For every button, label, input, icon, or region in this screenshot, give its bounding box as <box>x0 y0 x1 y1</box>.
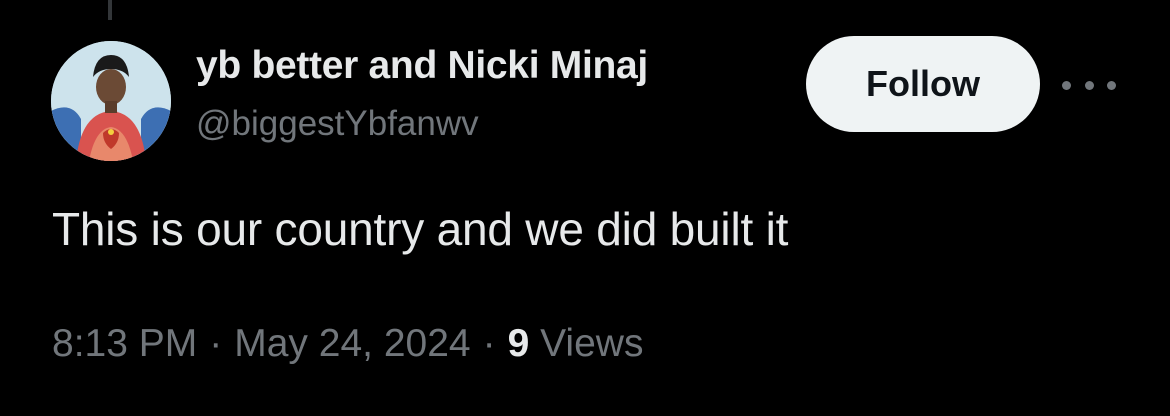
author-handle[interactable]: @biggestYbfanwv <box>196 104 479 144</box>
more-dot <box>1107 80 1116 90</box>
meta-separator: · <box>482 322 496 365</box>
thread-connector-line <box>108 0 112 20</box>
avatar[interactable] <box>51 41 171 161</box>
more-dot <box>1084 80 1094 90</box>
tweet-text: This is our country and we did built it <box>52 203 789 255</box>
more-options-icon[interactable] <box>1062 70 1116 100</box>
avatar-portrait-icon <box>51 41 171 161</box>
views-count[interactable]: 9 <box>508 322 530 365</box>
tweet-meta: 8:13 PM · May 24, 2024 · 9 Views <box>52 322 643 366</box>
tweet-time[interactable]: 8:13 PM <box>52 322 197 365</box>
follow-button[interactable]: Follow <box>806 36 1040 132</box>
views-label[interactable]: Views <box>540 322 643 365</box>
more-dot <box>1062 80 1071 90</box>
author-display-name[interactable]: yb better and Nicki Minaj <box>196 44 648 88</box>
meta-separator: · <box>209 322 223 365</box>
tweet-date[interactable]: May 24, 2024 <box>234 322 470 365</box>
